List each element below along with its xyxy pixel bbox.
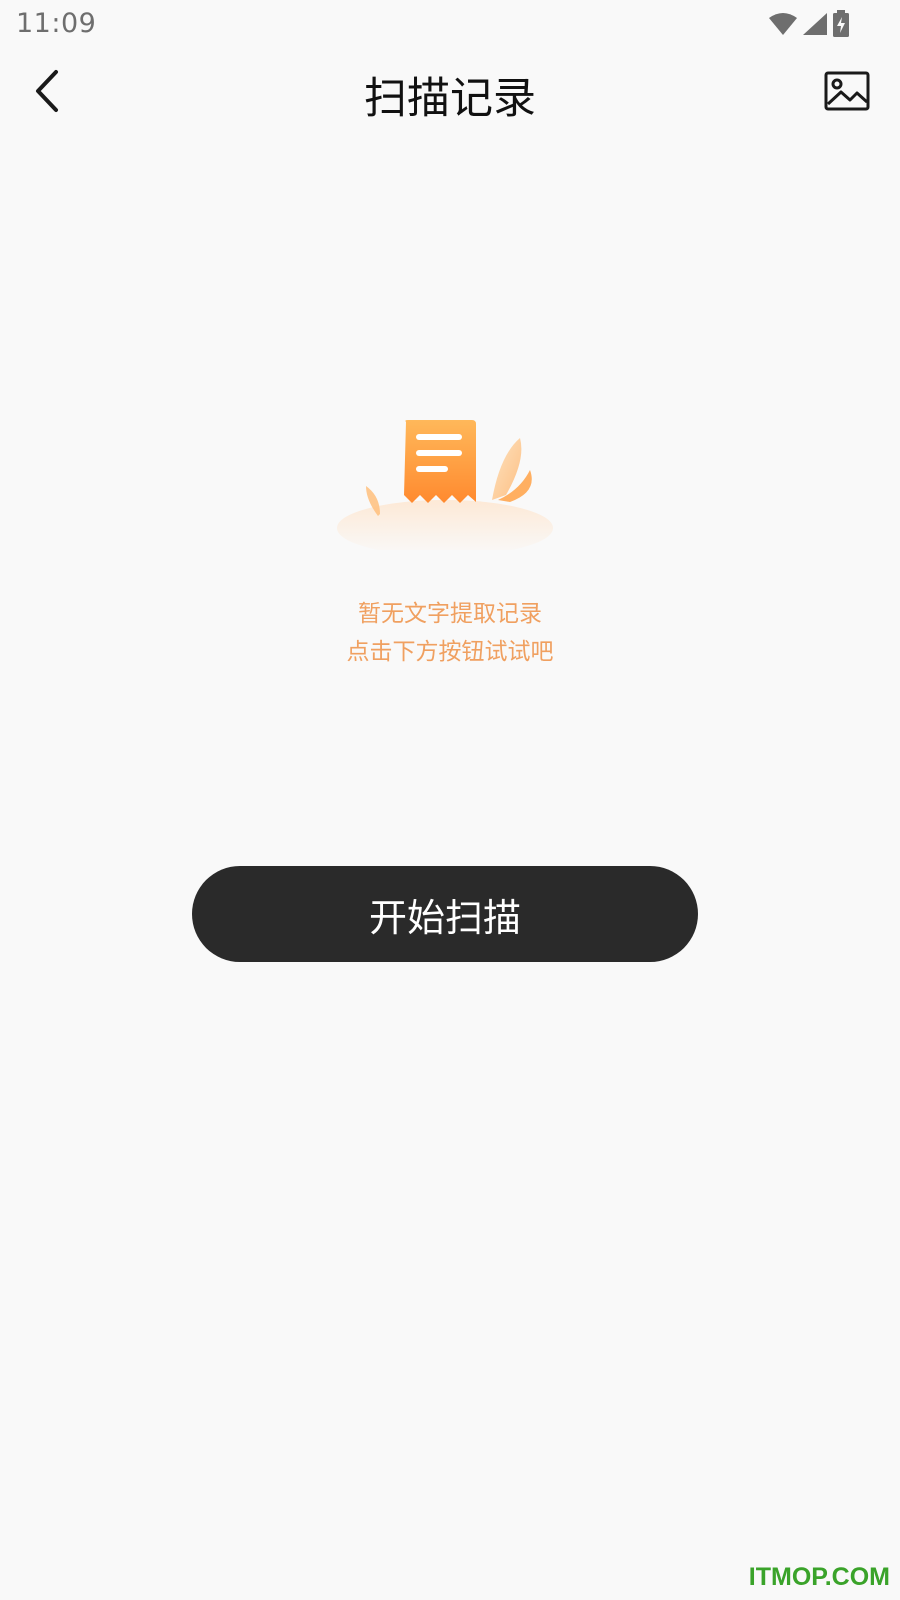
- gallery-button[interactable]: [820, 68, 874, 118]
- app-bar: 扫描记录: [0, 50, 900, 140]
- image-icon: [824, 71, 870, 115]
- status-time: 11:09: [16, 8, 97, 39]
- status-icons: [768, 9, 850, 39]
- status-bar: 11:09: [0, 0, 900, 50]
- screen: 11:09 扫描记录 暂无文字提取记录 点击下方按钮试试吧 开始扫描 ITMOP…: [0, 0, 900, 1600]
- empty-hint: 点击下方按钮试试吧: [346, 639, 554, 665]
- empty-message: 暂无文字提取记录: [358, 601, 542, 627]
- wifi-icon: [768, 12, 798, 36]
- watermark: ITMOP.COM: [748, 1563, 890, 1591]
- battery-charging-icon: [832, 10, 850, 38]
- start-scan-button[interactable]: 开始扫描: [192, 866, 698, 962]
- signal-icon: [802, 12, 828, 36]
- page-title: 扫描记录: [364, 74, 536, 124]
- receipt-illustration: [330, 420, 560, 556]
